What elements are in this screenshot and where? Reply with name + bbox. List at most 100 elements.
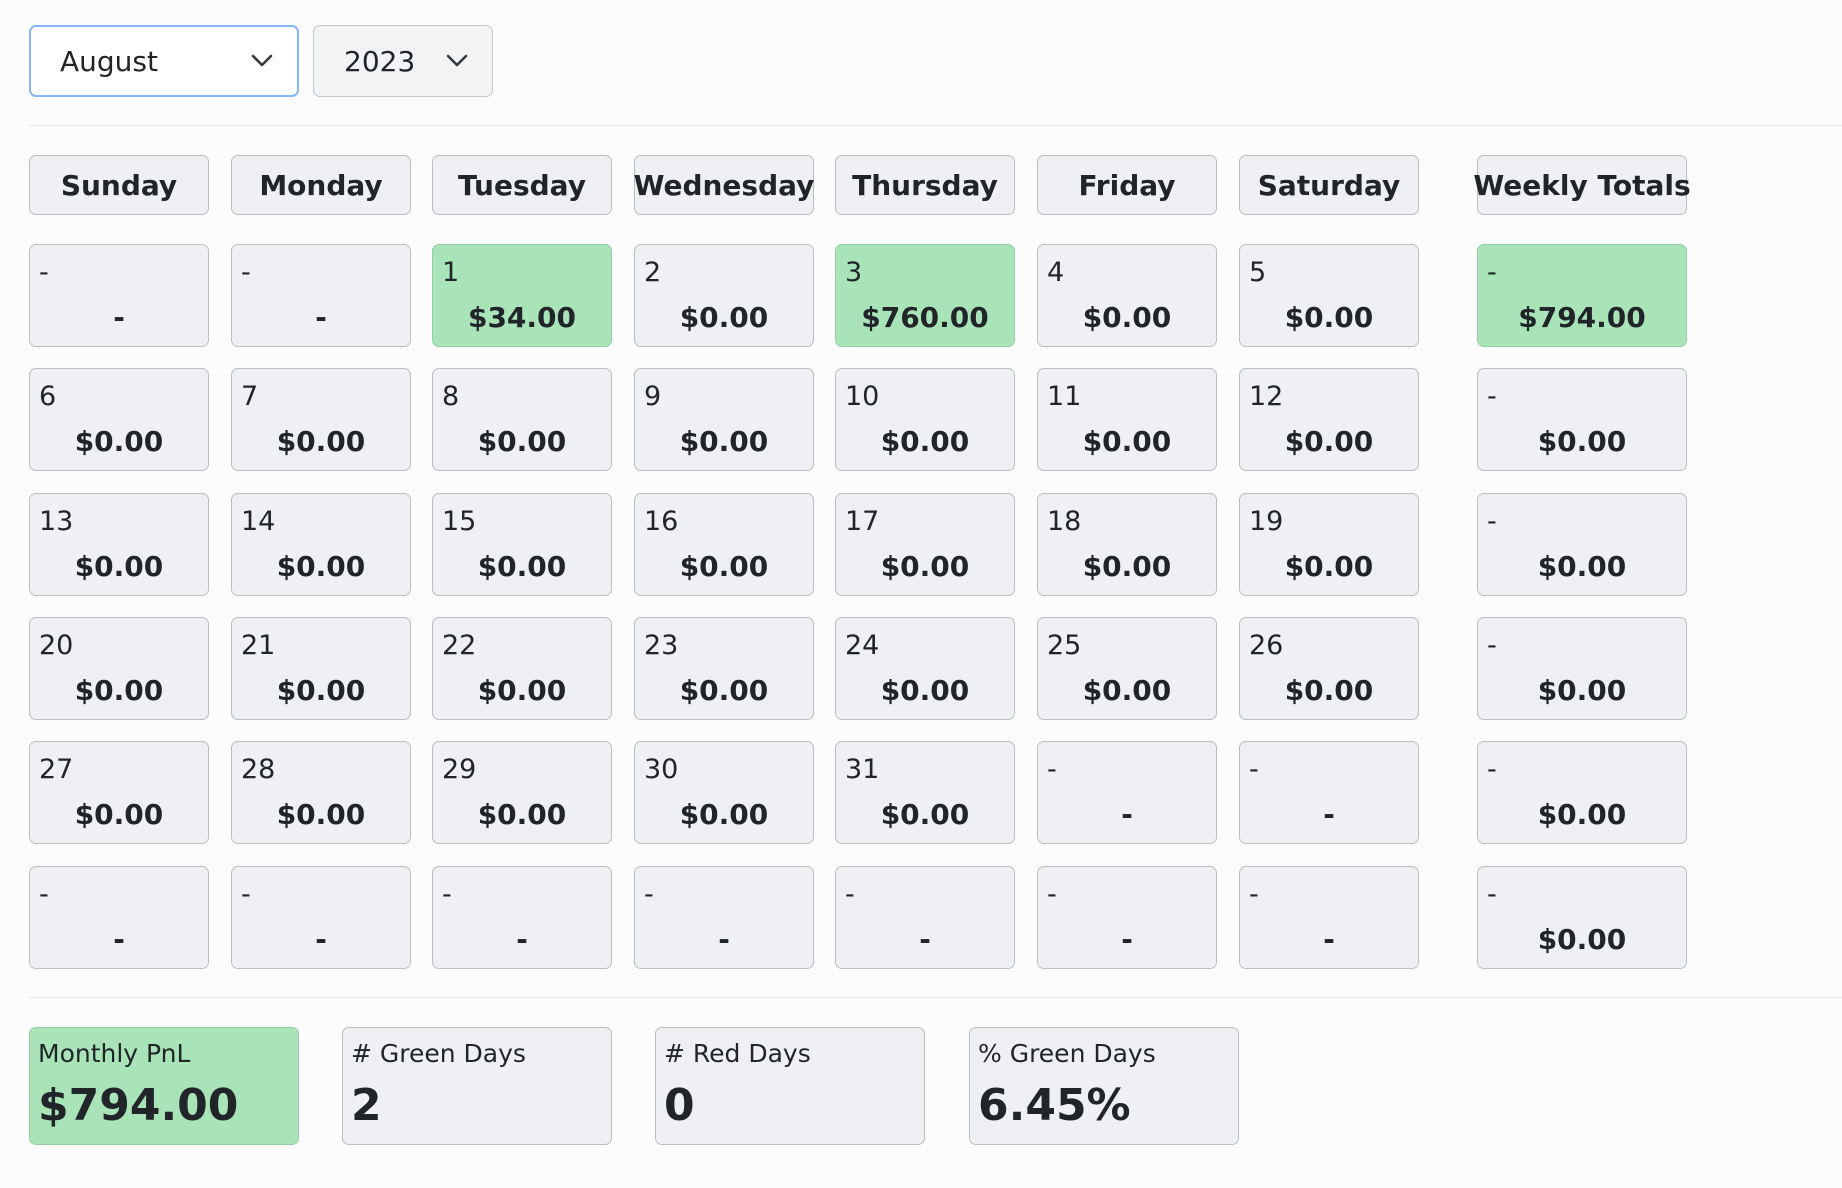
pnl-amount: $0.00 bbox=[1082, 550, 1172, 583]
day-cell: 18 $0.00 bbox=[1037, 493, 1217, 596]
day-number: 7 bbox=[241, 381, 259, 412]
day-cell: 28 $0.00 bbox=[231, 741, 411, 844]
day-cell: -- bbox=[231, 244, 411, 347]
pnl-amount: $0.00 bbox=[880, 425, 970, 458]
day-cell: 16 $0.00 bbox=[634, 493, 814, 596]
day-cell: -- bbox=[1037, 866, 1217, 969]
header-tuesday: Tuesday bbox=[432, 155, 612, 215]
day-cell: -- bbox=[29, 244, 209, 347]
summary-value: 6.45% bbox=[978, 1080, 1131, 1131]
pnl-amount: $0.00 bbox=[1537, 425, 1627, 458]
header-friday: Friday bbox=[1037, 155, 1217, 215]
day-number: 30 bbox=[644, 754, 679, 785]
pnl-amount: - bbox=[113, 923, 125, 956]
pnl-amount: $0.00 bbox=[679, 425, 769, 458]
pnl-amount: $0.00 bbox=[276, 674, 366, 707]
weekly-total-cell: - $0.00 bbox=[1477, 368, 1687, 471]
day-cell: 8 $0.00 bbox=[432, 368, 612, 471]
summary-value: 0 bbox=[664, 1080, 695, 1131]
pnl-amount: - bbox=[1121, 923, 1133, 956]
day-cell: 25 $0.00 bbox=[1037, 617, 1217, 720]
year-select-value: 2023 bbox=[344, 44, 416, 78]
day-cell: 11 $0.00 bbox=[1037, 368, 1217, 471]
pnl-amount: $0.00 bbox=[880, 798, 970, 831]
pnl-amount: $0.00 bbox=[1284, 550, 1374, 583]
pnl-calendar-page: August 2023 Sunday Monday Tuesday Wednesday… bbox=[0, 0, 1842, 1188]
day-cell: 9 $0.00 bbox=[634, 368, 814, 471]
year-select[interactable]: 2023 bbox=[313, 25, 493, 97]
day-cell: 15 $0.00 bbox=[432, 493, 612, 596]
header-wednesday: Wednesday bbox=[634, 155, 814, 215]
pnl-amount: $0.00 bbox=[880, 550, 970, 583]
pnl-amount: $0.00 bbox=[679, 674, 769, 707]
pnl-amount: $34.00 bbox=[467, 301, 577, 334]
day-number: 13 bbox=[39, 506, 74, 537]
day-number: 23 bbox=[644, 630, 679, 661]
pnl-amount: $0.00 bbox=[477, 425, 567, 458]
summary-label: Monthly PnL bbox=[38, 1039, 191, 1068]
month-select[interactable]: August bbox=[29, 25, 299, 97]
summary-label: % Green Days bbox=[978, 1039, 1156, 1068]
day-number: - bbox=[1047, 754, 1057, 785]
day-cell: -- bbox=[231, 866, 411, 969]
header-thursday: Thursday bbox=[835, 155, 1015, 215]
day-cell: -- bbox=[1037, 741, 1217, 844]
day-cell: 17 $0.00 bbox=[835, 493, 1015, 596]
day-number: - bbox=[39, 879, 49, 910]
pnl-amount: - bbox=[516, 923, 528, 956]
day-cell: 24 $0.00 bbox=[835, 617, 1015, 720]
chevron-down-icon bbox=[446, 54, 468, 67]
pnl-amount: - bbox=[919, 923, 931, 956]
day-number: 20 bbox=[39, 630, 74, 661]
day-number: 11 bbox=[1047, 381, 1082, 412]
day-cell: 26 $0.00 bbox=[1239, 617, 1419, 720]
pnl-amount: $0.00 bbox=[679, 798, 769, 831]
pnl-amount: $0.00 bbox=[477, 674, 567, 707]
day-number: 21 bbox=[241, 630, 276, 661]
day-number: - bbox=[1487, 506, 1497, 537]
day-number: 29 bbox=[442, 754, 477, 785]
pnl-amount: - bbox=[315, 301, 327, 334]
day-number: 26 bbox=[1249, 630, 1284, 661]
pnl-amount: $0.00 bbox=[276, 425, 366, 458]
day-number: 15 bbox=[442, 506, 477, 537]
day-number: - bbox=[1487, 630, 1497, 661]
bottom-divider bbox=[29, 997, 1842, 998]
green-days-card: # Green Days 2 bbox=[342, 1027, 612, 1145]
pnl-amount: $0.00 bbox=[679, 550, 769, 583]
pnl-amount: $0.00 bbox=[1284, 425, 1374, 458]
pnl-amount: $0.00 bbox=[276, 550, 366, 583]
day-number: 10 bbox=[845, 381, 880, 412]
day-cell: -- bbox=[1239, 741, 1419, 844]
day-number: 2 bbox=[644, 257, 662, 288]
day-cell: 29 $0.00 bbox=[432, 741, 612, 844]
day-cell: 21 $0.00 bbox=[231, 617, 411, 720]
day-number: 1 bbox=[442, 257, 460, 288]
day-cell: 4 $0.00 bbox=[1037, 244, 1217, 347]
green-days-percent-card: % Green Days 6.45% bbox=[969, 1027, 1239, 1145]
pnl-amount: $760.00 bbox=[861, 301, 989, 334]
day-cell: 5 $0.00 bbox=[1239, 244, 1419, 347]
pnl-amount: $0.00 bbox=[74, 674, 164, 707]
month-select-value: August bbox=[60, 44, 158, 78]
header-saturday: Saturday bbox=[1239, 155, 1419, 215]
chevron-down-icon bbox=[251, 54, 273, 67]
day-number: 17 bbox=[845, 506, 880, 537]
day-number: 4 bbox=[1047, 257, 1065, 288]
day-number: 8 bbox=[442, 381, 460, 412]
day-number: 14 bbox=[241, 506, 276, 537]
day-cell: 31 $0.00 bbox=[835, 741, 1015, 844]
day-cell: -- bbox=[1239, 866, 1419, 969]
day-number: - bbox=[1249, 879, 1259, 910]
top-divider bbox=[29, 125, 1842, 126]
day-cell: 27 $0.00 bbox=[29, 741, 209, 844]
day-number: 3 bbox=[845, 257, 863, 288]
day-cell: 1 $34.00 bbox=[432, 244, 612, 347]
day-number: 25 bbox=[1047, 630, 1082, 661]
day-number: 19 bbox=[1249, 506, 1284, 537]
day-number: 22 bbox=[442, 630, 477, 661]
pnl-amount: $0.00 bbox=[880, 674, 970, 707]
weekly-total-cell: - $794.00 bbox=[1477, 244, 1687, 347]
pnl-amount: $0.00 bbox=[1284, 674, 1374, 707]
pnl-amount: $0.00 bbox=[477, 550, 567, 583]
